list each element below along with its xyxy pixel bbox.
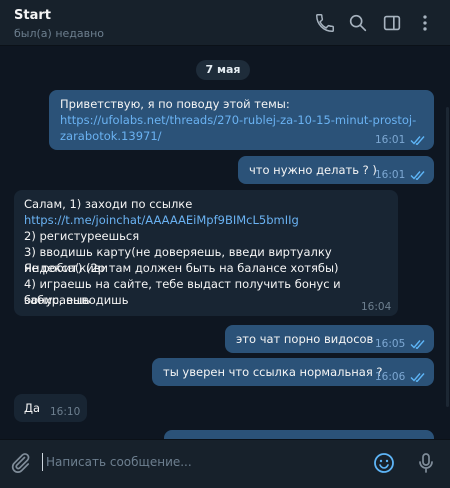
message-text: это чат порно видосов — [236, 332, 374, 346]
message-bubble[interactable]: Да 16:10 — [14, 394, 87, 422]
message-text: что нужно делать ? ) — [249, 163, 377, 177]
message-text: бонус, выводишь — [24, 293, 129, 307]
text-caret — [42, 453, 43, 471]
read-check-icon — [410, 135, 426, 145]
message-time: 16:10 — [50, 406, 81, 418]
more-vertical-icon[interactable] — [414, 12, 436, 34]
message-text: ты уверен что ссылка нормальная ? — [163, 365, 383, 379]
read-check-icon — [410, 170, 426, 180]
date-separator: 7 мая — [196, 60, 250, 80]
search-icon[interactable] — [347, 12, 369, 34]
attach-icon[interactable] — [8, 451, 32, 475]
message-text: Да — [24, 401, 41, 415]
message-time: 16:05 — [375, 338, 406, 350]
message-time: 16:04 — [361, 301, 392, 313]
sidebar-toggle-icon[interactable] — [381, 12, 403, 34]
message-list[interactable]: 7 мая Приветствую, я по поводу этой темы… — [0, 47, 450, 439]
message-text: Приветствую, я по поводу этой темы: — [60, 97, 290, 111]
emoji-icon[interactable] — [372, 451, 396, 475]
message-bubble[interactable]: Салам, 1) заходи по ссылке https://t.me/… — [14, 190, 398, 316]
message-bubble-partial[interactable] — [164, 430, 434, 439]
message-bubble[interactable]: Приветствую, я по поводу этой темы: http… — [49, 90, 434, 150]
microphone-icon[interactable] — [414, 451, 438, 475]
message-input[interactable]: Написать сообщение... — [46, 455, 192, 469]
message-link[interactable]: https://ufolabs.net/threads/270-rublej-z… — [60, 112, 416, 128]
message-time: 16:06 — [375, 371, 406, 383]
message-bubble[interactable]: ты уверен что ссылка нормальная ? 16:06 — [152, 358, 434, 386]
message-link[interactable]: https://t.me/joinchat/AAAAAEiMpf9BIMcL5b… — [24, 212, 299, 228]
message-bubble[interactable]: это чат порно видосов 16:05 — [225, 325, 434, 353]
message-time: 16:01 — [375, 134, 406, 146]
message-composer[interactable]: Написать сообщение... — [0, 439, 450, 488]
message-bubble[interactable]: что нужно делать ? ) 16:01 — [238, 156, 434, 184]
message-link[interactable]: zarabotok.13971/ — [60, 128, 162, 144]
chat-scrollbar[interactable] — [446, 107, 449, 407]
read-check-icon — [410, 372, 426, 382]
read-check-icon — [410, 339, 426, 349]
message-time: 16:01 — [375, 169, 406, 181]
message-text: не робит) (2р там должен быть на балансе… — [24, 261, 339, 275]
message-text: 2) регистуреешься — [24, 229, 140, 243]
chat-title[interactable]: Start — [14, 8, 51, 23]
chat-status: был(а) недавно — [14, 27, 105, 40]
phone-icon[interactable] — [314, 12, 336, 34]
chat-header[interactable]: Start был(а) недавно — [0, 0, 450, 46]
message-text: Салам, 1) заходи по ссылке — [24, 197, 193, 211]
